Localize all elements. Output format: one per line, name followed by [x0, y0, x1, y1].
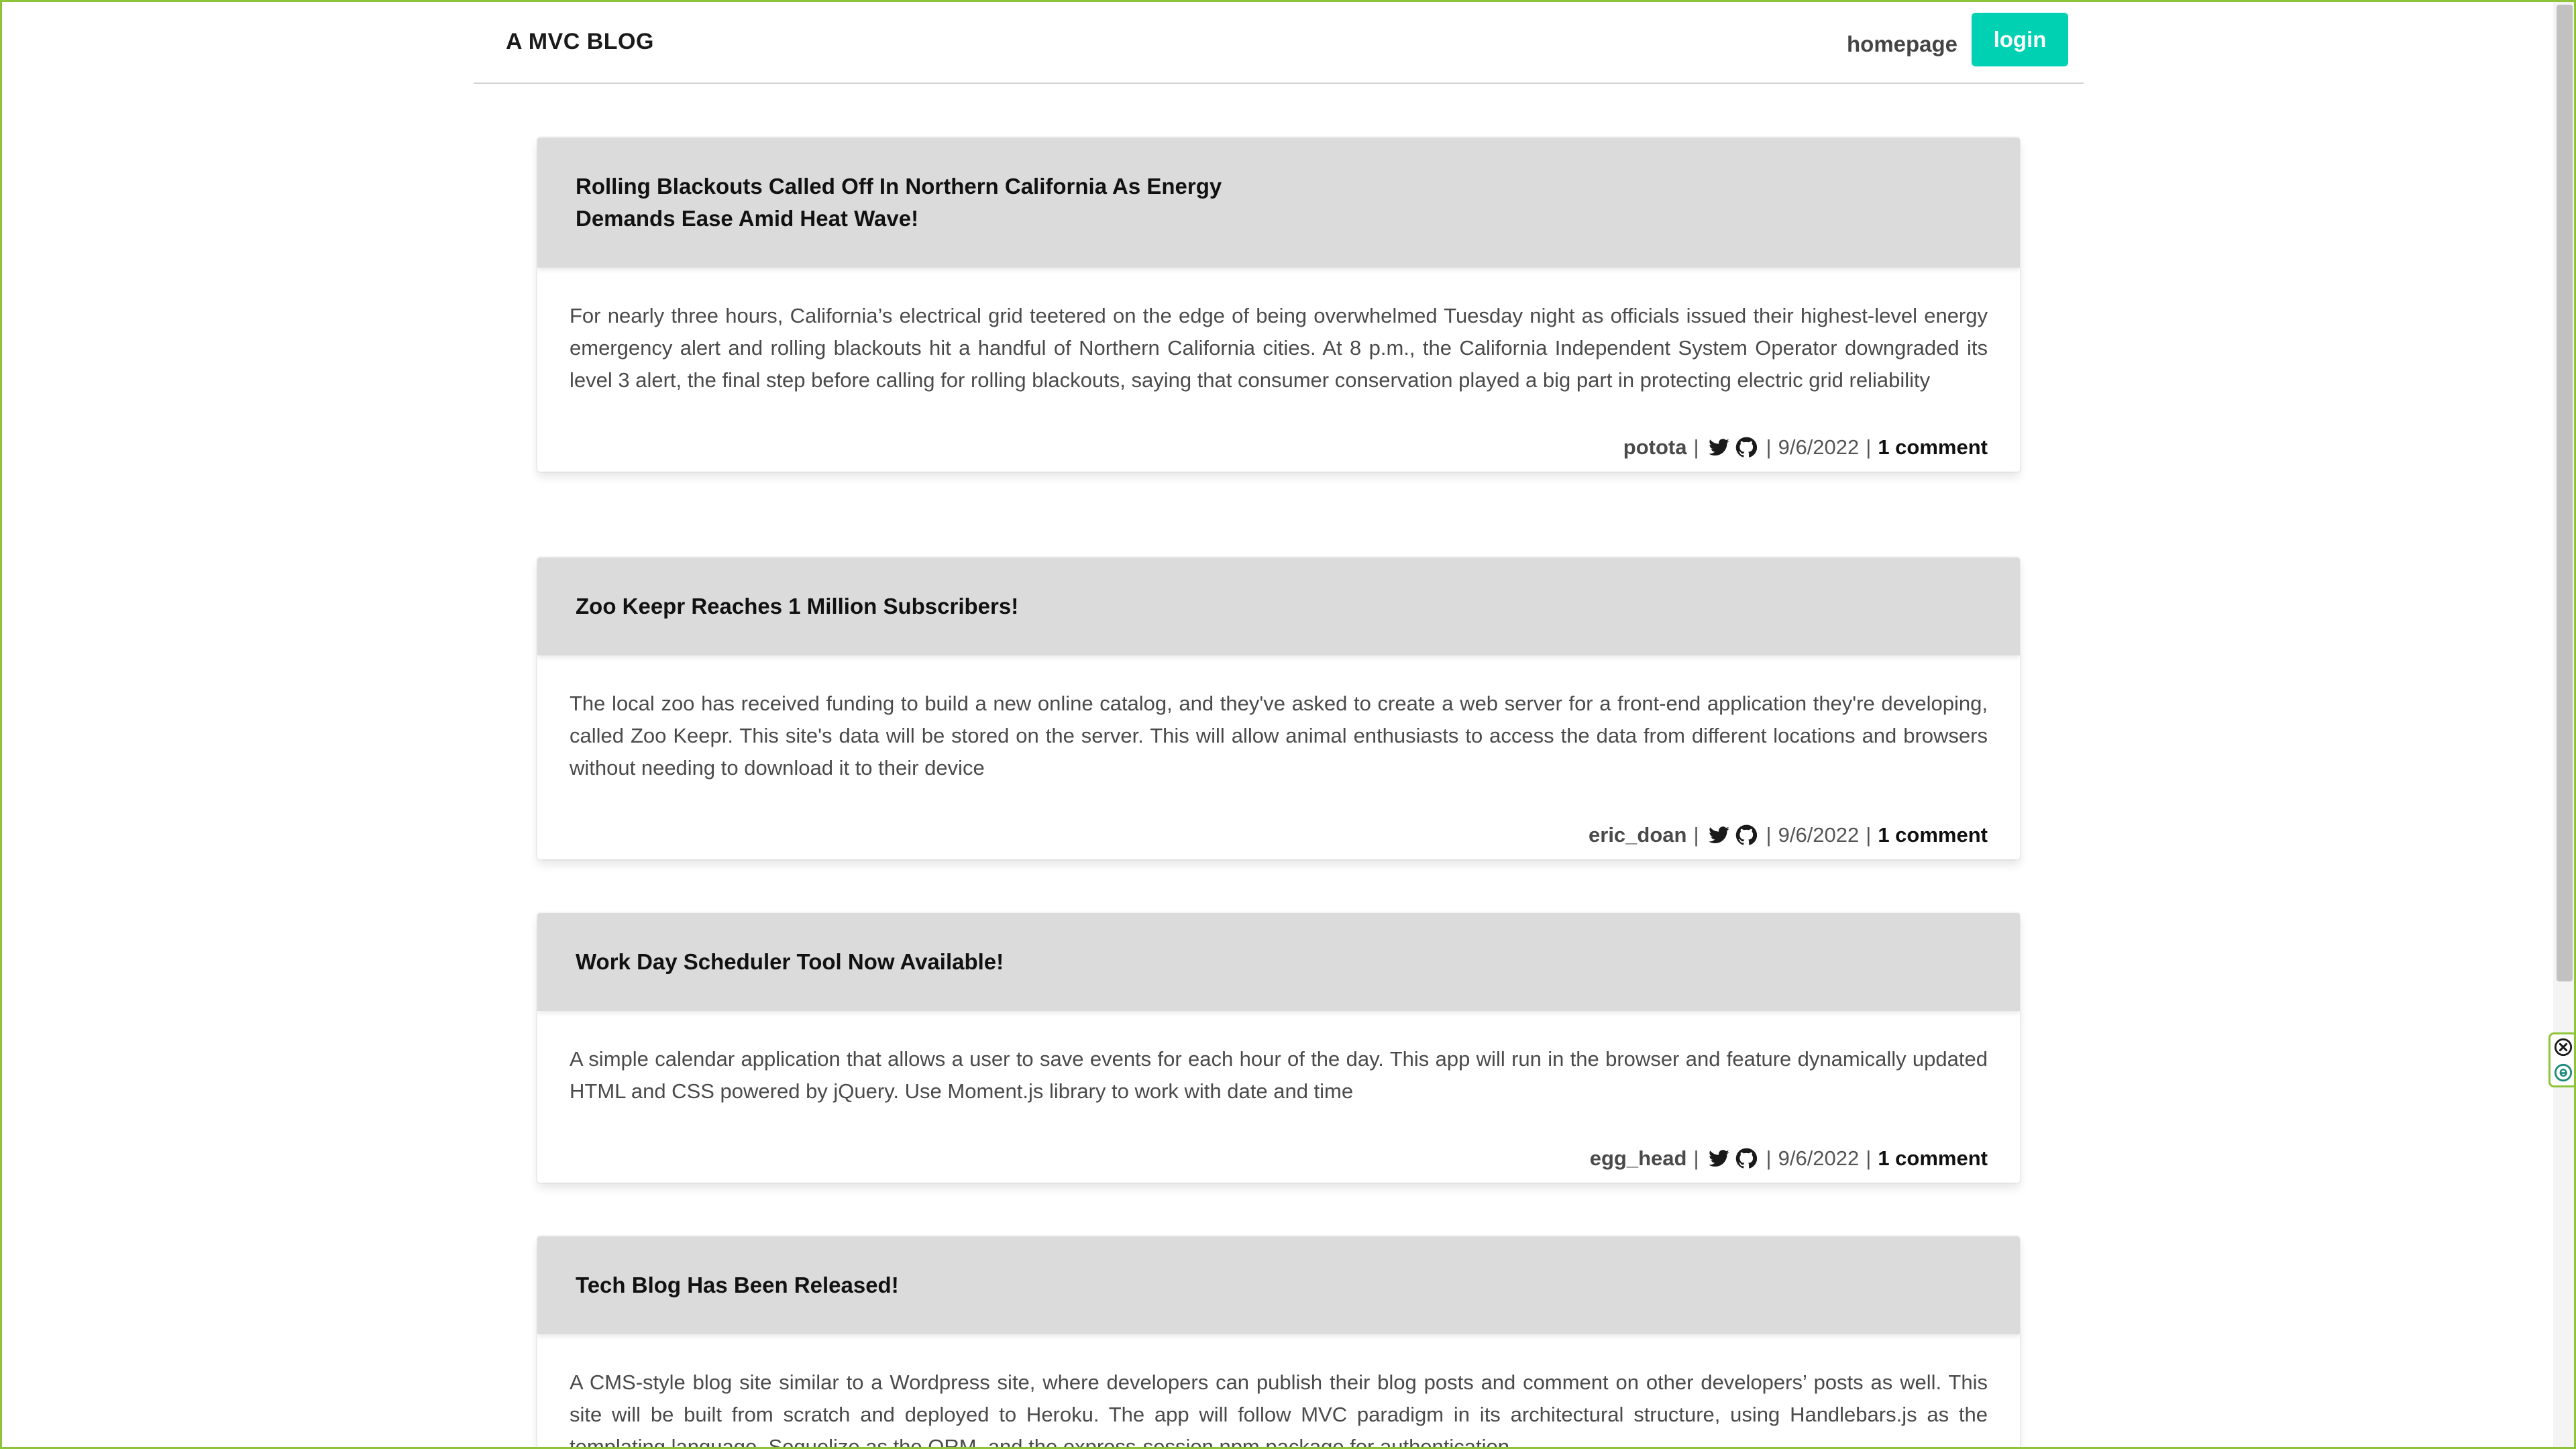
post-title[interactable]: Tech Blog Has Been Released!	[576, 1269, 899, 1301]
meta-separator: |	[1693, 1146, 1699, 1170]
post-author[interactable]: eric_doan	[1589, 823, 1686, 847]
login-button[interactable]: login	[1972, 13, 2068, 66]
post-date: 9/6/2022	[1778, 1146, 1860, 1170]
brand-title[interactable]: A MVC BLOG	[506, 29, 654, 55]
post-header: Rolling Blackouts Called Off In Northern…	[537, 138, 2020, 268]
post-author[interactable]: egg_head	[1590, 1146, 1687, 1171]
post-card: Work Day Scheduler Tool Now Available! A…	[537, 913, 2020, 1183]
post-card: Zoo Keepr Reaches 1 Million Subscribers!…	[537, 557, 2020, 859]
post-header: Zoo Keepr Reaches 1 Million Subscribers!	[537, 557, 2020, 655]
post-body: A CMS-style blog site similar to a Wordp…	[570, 1371, 1988, 1449]
meta-separator: |	[1866, 1146, 1872, 1170]
post-body: The local zoo has received funding to bu…	[570, 692, 1988, 780]
twitter-icon[interactable]	[1708, 1148, 1730, 1169]
meta-separator: |	[1693, 435, 1699, 459]
post-title[interactable]: Rolling Blackouts Called Off In Northern…	[576, 170, 1246, 235]
github-icon[interactable]	[1735, 824, 1757, 846]
post-body: A simple calendar application that allow…	[570, 1047, 1988, 1103]
meta-separator: |	[1766, 823, 1772, 847]
post-title[interactable]: Work Day Scheduler Tool Now Available!	[576, 946, 1004, 978]
post-meta: egg_head | | 9/6/2022 | 1 comment	[537, 1108, 2020, 1183]
meta-separator: |	[1866, 435, 1872, 459]
twitter-icon[interactable]	[1708, 824, 1730, 846]
floating-widget	[2548, 1032, 2574, 1087]
meta-separator: |	[1693, 823, 1699, 847]
github-icon[interactable]	[1735, 1148, 1757, 1169]
post-card: Rolling Blackouts Called Off In Northern…	[537, 138, 2020, 472]
post-header: Work Day Scheduler Tool Now Available!	[537, 913, 2020, 1011]
twitter-icon[interactable]	[1708, 437, 1730, 458]
meta-separator: |	[1866, 823, 1872, 847]
post-body: For nearly three hours, California’s ele…	[570, 304, 1988, 392]
e-circle-icon[interactable]	[2553, 1063, 2573, 1083]
post-card: Tech Blog Has Been Released! A CMS-style…	[537, 1236, 2020, 1449]
meta-separator: |	[1766, 435, 1772, 459]
navbar: A MVC BLOG homepage login	[474, 2, 2084, 84]
post-meta: eric_doan | | 9/6/2022 | 1 comment	[537, 784, 2020, 859]
post-meta: potota | | 9/6/2022 | 1 comment	[537, 396, 2020, 472]
post-title[interactable]: Zoo Keepr Reaches 1 Million Subscribers!	[576, 590, 1018, 623]
github-icon[interactable]	[1735, 437, 1757, 458]
scrollbar-thumb[interactable]	[2557, 5, 2573, 981]
meta-separator: |	[1766, 1146, 1772, 1170]
browser-viewport: A MVC BLOG homepage login Rolling Blacko…	[0, 0, 2576, 1449]
post-author[interactable]: potota	[1623, 435, 1687, 460]
post-header: Tech Blog Has Been Released!	[537, 1236, 2020, 1334]
homepage-link[interactable]: homepage	[1847, 32, 1957, 57]
post-date: 9/6/2022	[1778, 435, 1860, 459]
post-comments-link[interactable]: 1 comment	[1878, 435, 1988, 460]
post-comments-link[interactable]: 1 comment	[1878, 1146, 1988, 1171]
post-comments-link[interactable]: 1 comment	[1878, 823, 1988, 847]
close-circle-icon[interactable]	[2553, 1037, 2573, 1057]
post-date: 9/6/2022	[1778, 823, 1860, 847]
